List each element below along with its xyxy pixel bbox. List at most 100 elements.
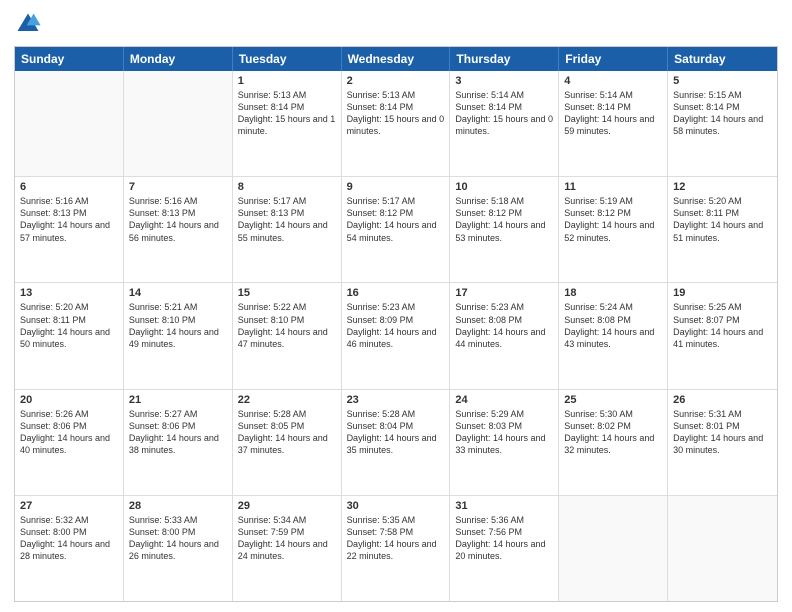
calendar-day: 10Sunrise: 5:18 AMSunset: 8:12 PMDayligh…	[450, 177, 559, 282]
day-number: 21	[129, 394, 227, 406]
calendar-day: 29 Sunrise: 5:34 AMSunset: 7:59 PMDayligh…	[233, 496, 342, 601]
calendar-day: 8 Sunrise: 5:17 AMSunset: 8:13 PMDaylight…	[233, 177, 342, 282]
calendar-day: 26Sunrise: 5:31 AMSunset: 8:01 PMDayligh…	[668, 390, 777, 495]
day-number: 5	[673, 75, 772, 87]
day-number: 1	[238, 75, 336, 87]
calendar-day: 17 Sunrise: 5:23 AMSunset: 8:08 PMDayligh…	[450, 283, 559, 388]
day-info: Sunrise: 5:26 AMSunset: 8:06 PMDaylight:…	[20, 408, 118, 457]
calendar-day: 27 Sunrise: 5:32 AMSunset: 8:00 PMDayligh…	[15, 496, 124, 601]
day-number: 18	[564, 287, 662, 299]
calendar-day: 15 Sunrise: 5:22 AMSunset: 8:10 PMDayligh…	[233, 283, 342, 388]
day-number: 19	[673, 287, 772, 299]
calendar-day: 23 Sunrise: 5:28 AMSunset: 8:04 PMDayligh…	[342, 390, 451, 495]
day-info: Sunrise: 5:34 AMSunset: 7:59 PMDaylight:…	[238, 514, 336, 563]
weekday-header: Saturday	[668, 47, 777, 71]
day-info: Sunrise: 5:19 AMSunset: 8:12 PMDaylight:…	[564, 195, 662, 244]
day-info: Sunrise: 5:17 AMSunset: 8:12 PMDaylight:…	[347, 195, 445, 244]
logo	[14, 10, 46, 38]
calendar-day: 20 Sunrise: 5:26 AMSunset: 8:06 PMDayligh…	[15, 390, 124, 495]
day-info: Sunrise: 5:27 AMSunset: 8:06 PMDaylight:…	[129, 408, 227, 457]
calendar-day: 12Sunrise: 5:20 AMSunset: 8:11 PMDayligh…	[668, 177, 777, 282]
day-number: 24	[455, 394, 553, 406]
calendar-day: 2 Sunrise: 5:13 AMSunset: 8:14 PMDaylight…	[342, 71, 451, 176]
day-info: Sunrise: 5:29 AMSunset: 8:03 PMDaylight:…	[455, 408, 553, 457]
day-info: Sunrise: 5:14 AMSunset: 8:14 PMDaylight:…	[455, 89, 553, 138]
day-info: Sunrise: 5:13 AMSunset: 8:14 PMDaylight:…	[238, 89, 336, 138]
calendar-day: 22Sunrise: 5:28 AMSunset: 8:05 PMDayligh…	[233, 390, 342, 495]
calendar-day: 18 Sunrise: 5:24 AMSunset: 8:08 PMDayligh…	[559, 283, 668, 388]
header	[14, 10, 778, 38]
calendar-day: 1 Sunrise: 5:13 AMSunset: 8:14 PMDaylight…	[233, 71, 342, 176]
calendar-week: 27 Sunrise: 5:32 AMSunset: 8:00 PMDayligh…	[15, 496, 777, 601]
day-number: 6	[20, 181, 118, 193]
day-info: Sunrise: 5:21 AMSunset: 8:10 PMDaylight:…	[129, 301, 227, 350]
day-info: Sunrise: 5:36 AMSunset: 7:56 PMDaylight:…	[455, 514, 553, 563]
weekday-header: Monday	[124, 47, 233, 71]
day-number: 20	[20, 394, 118, 406]
day-number: 9	[347, 181, 445, 193]
day-number: 25	[564, 394, 662, 406]
day-number: 31	[455, 500, 553, 512]
day-info: Sunrise: 5:24 AMSunset: 8:08 PMDaylight:…	[564, 301, 662, 350]
day-number: 11	[564, 181, 662, 193]
day-number: 30	[347, 500, 445, 512]
day-info: Sunrise: 5:22 AMSunset: 8:10 PMDaylight:…	[238, 301, 336, 350]
calendar-day-empty	[124, 71, 233, 176]
calendar-day: 7Sunrise: 5:16 AMSunset: 8:13 PMDaylight…	[124, 177, 233, 282]
calendar-day: 25Sunrise: 5:30 AMSunset: 8:02 PMDayligh…	[559, 390, 668, 495]
day-number: 28	[129, 500, 227, 512]
calendar-day: 19Sunrise: 5:25 AMSunset: 8:07 PMDayligh…	[668, 283, 777, 388]
calendar-day: 14 Sunrise: 5:21 AMSunset: 8:10 PMDayligh…	[124, 283, 233, 388]
calendar-header: SundayMondayTuesdayWednesdayThursdayFrid…	[15, 47, 777, 71]
day-number: 12	[673, 181, 772, 193]
day-info: Sunrise: 5:23 AMSunset: 8:09 PMDaylight:…	[347, 301, 445, 350]
calendar-day: 16Sunrise: 5:23 AMSunset: 8:09 PMDayligh…	[342, 283, 451, 388]
weekday-header: Thursday	[450, 47, 559, 71]
day-info: Sunrise: 5:18 AMSunset: 8:12 PMDaylight:…	[455, 195, 553, 244]
page: SundayMondayTuesdayWednesdayThursdayFrid…	[0, 0, 792, 612]
calendar-body: 1 Sunrise: 5:13 AMSunset: 8:14 PMDaylight…	[15, 71, 777, 601]
day-info: Sunrise: 5:28 AMSunset: 8:04 PMDaylight:…	[347, 408, 445, 457]
day-info: Sunrise: 5:16 AMSunset: 8:13 PMDaylight:…	[20, 195, 118, 244]
day-info: Sunrise: 5:14 AMSunset: 8:14 PMDaylight:…	[564, 89, 662, 138]
day-number: 17	[455, 287, 553, 299]
calendar-day: 28 Sunrise: 5:33 AMSunset: 8:00 PMDayligh…	[124, 496, 233, 601]
calendar-day: 9 Sunrise: 5:17 AMSunset: 8:12 PMDaylight…	[342, 177, 451, 282]
day-number: 8	[238, 181, 336, 193]
day-info: Sunrise: 5:15 AMSunset: 8:14 PMDaylight:…	[673, 89, 772, 138]
calendar-day: 21 Sunrise: 5:27 AMSunset: 8:06 PMDayligh…	[124, 390, 233, 495]
day-number: 3	[455, 75, 553, 87]
calendar-day: 3 Sunrise: 5:14 AMSunset: 8:14 PMDaylight…	[450, 71, 559, 176]
weekday-header: Tuesday	[233, 47, 342, 71]
day-number: 4	[564, 75, 662, 87]
day-number: 14	[129, 287, 227, 299]
day-number: 15	[238, 287, 336, 299]
calendar-day: 24 Sunrise: 5:29 AMSunset: 8:03 PMDayligh…	[450, 390, 559, 495]
day-number: 2	[347, 75, 445, 87]
day-number: 22	[238, 394, 336, 406]
weekday-header: Wednesday	[342, 47, 451, 71]
calendar-week: 1 Sunrise: 5:13 AMSunset: 8:14 PMDaylight…	[15, 71, 777, 177]
weekday-header: Friday	[559, 47, 668, 71]
day-info: Sunrise: 5:32 AMSunset: 8:00 PMDaylight:…	[20, 514, 118, 563]
weekday-header: Sunday	[15, 47, 124, 71]
day-number: 27	[20, 500, 118, 512]
day-number: 23	[347, 394, 445, 406]
day-info: Sunrise: 5:35 AMSunset: 7:58 PMDaylight:…	[347, 514, 445, 563]
calendar-day: 31 Sunrise: 5:36 AMSunset: 7:56 PMDayligh…	[450, 496, 559, 601]
calendar-week: 13Sunrise: 5:20 AMSunset: 8:11 PMDayligh…	[15, 283, 777, 389]
day-info: Sunrise: 5:23 AMSunset: 8:08 PMDaylight:…	[455, 301, 553, 350]
calendar-day-empty	[15, 71, 124, 176]
calendar-week: 20 Sunrise: 5:26 AMSunset: 8:06 PMDayligh…	[15, 390, 777, 496]
day-number: 26	[673, 394, 772, 406]
logo-icon	[14, 10, 42, 38]
calendar-day-empty	[559, 496, 668, 601]
day-info: Sunrise: 5:17 AMSunset: 8:13 PMDaylight:…	[238, 195, 336, 244]
day-info: Sunrise: 5:13 AMSunset: 8:14 PMDaylight:…	[347, 89, 445, 138]
calendar-day-empty	[668, 496, 777, 601]
day-info: Sunrise: 5:33 AMSunset: 8:00 PMDaylight:…	[129, 514, 227, 563]
day-number: 29	[238, 500, 336, 512]
calendar-day: 11 Sunrise: 5:19 AMSunset: 8:12 PMDayligh…	[559, 177, 668, 282]
calendar-day: 30 Sunrise: 5:35 AMSunset: 7:58 PMDayligh…	[342, 496, 451, 601]
calendar-day: 13Sunrise: 5:20 AMSunset: 8:11 PMDayligh…	[15, 283, 124, 388]
